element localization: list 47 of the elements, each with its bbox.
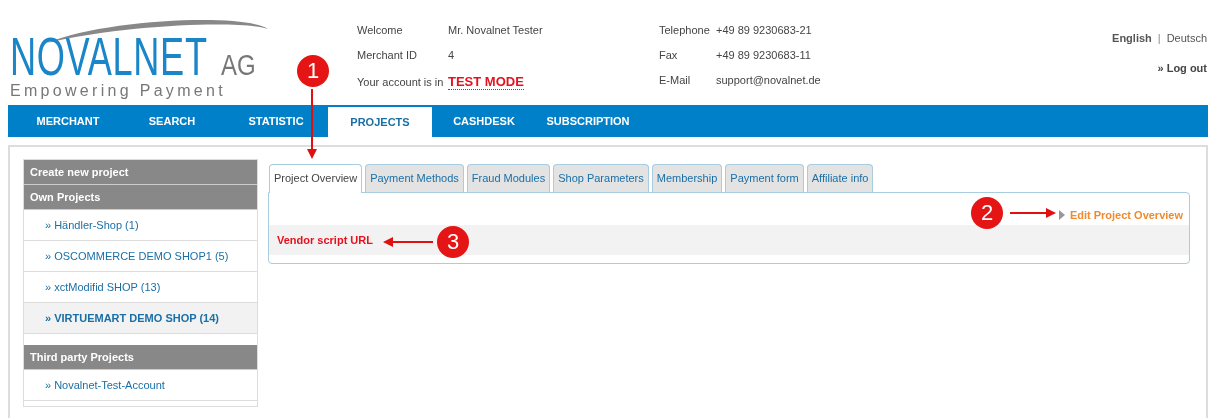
mode-badge: TEST MODE — [448, 74, 524, 90]
tab[interactable]: Project Overview — [269, 164, 363, 193]
info-label: Telephone — [659, 24, 711, 36]
logo-tagline: Empowering Payment — [10, 82, 227, 100]
tab[interactable]: Affiliate info — [806, 164, 874, 192]
nav-tab[interactable]: SUBSCRIPTION — [536, 105, 640, 137]
info-label: Merchant ID — [357, 49, 418, 61]
arrow-icon — [1010, 208, 1056, 218]
info-value: 4 — [448, 49, 455, 61]
section-header[interactable]: Create new project — [24, 160, 257, 185]
project-item[interactable]: » OSCOMMERCE DEMO SHOP1 (5) — [24, 241, 257, 272]
project-item[interactable]: » Novalnet-Test-Account — [24, 370, 257, 401]
nav-tab[interactable]: CASHDESK — [432, 105, 536, 137]
info-label: Welcome — [357, 24, 404, 36]
nav-tab[interactable]: PROJECTS — [328, 107, 432, 137]
arrow-icon — [383, 237, 433, 247]
info-label: Your account is in — [357, 76, 445, 88]
triangle-icon — [1058, 210, 1065, 220]
callout-marker: 2 — [971, 197, 1003, 229]
tab[interactable]: Membership — [651, 164, 723, 192]
tab[interactable]: Payment Methods — [365, 164, 464, 192]
language-link[interactable]: English — [1112, 32, 1152, 44]
logo-suffix: AG — [221, 50, 256, 80]
field-label: Vendor script URL — [277, 234, 373, 246]
tab[interactable]: Shop Parameters — [553, 164, 649, 192]
info-value: support@novalnet.de — [716, 74, 821, 86]
section-header[interactable]: Third party Projects — [24, 345, 257, 370]
tab[interactable]: Payment form — [725, 164, 804, 192]
project-item[interactable]: » VIRTUEMART DEMO SHOP (14) — [24, 303, 257, 334]
callout-marker: 1 — [297, 55, 329, 87]
nav-tab[interactable]: SEARCH — [120, 105, 224, 137]
separator: | — [1157, 32, 1161, 44]
nav-tab[interactable]: STATISTIC — [224, 105, 328, 137]
logout-link[interactable]: » Log out — [1157, 62, 1207, 74]
info-value: +49 89 9230683-21 — [716, 24, 812, 36]
language-link[interactable]: Deutsch — [1166, 32, 1207, 44]
arrow-icon — [307, 89, 317, 159]
info-value: +49 89 9230683-11 — [716, 49, 811, 61]
info-value: Mr. Novalnet Tester — [448, 24, 543, 36]
tab[interactable]: Fraud Modules — [466, 164, 551, 192]
project-item[interactable]: » Händler-Shop (1) — [24, 210, 257, 241]
info-label: Fax — [659, 49, 679, 61]
info-label: E-Mail — [659, 74, 692, 86]
logo-name: NOVALNET — [10, 32, 208, 80]
nav-tab[interactable]: MERCHANT — [16, 105, 120, 137]
section-header[interactable]: Own Projects — [24, 185, 257, 210]
edit-link[interactable]: Edit Project Overview — [1069, 209, 1183, 221]
